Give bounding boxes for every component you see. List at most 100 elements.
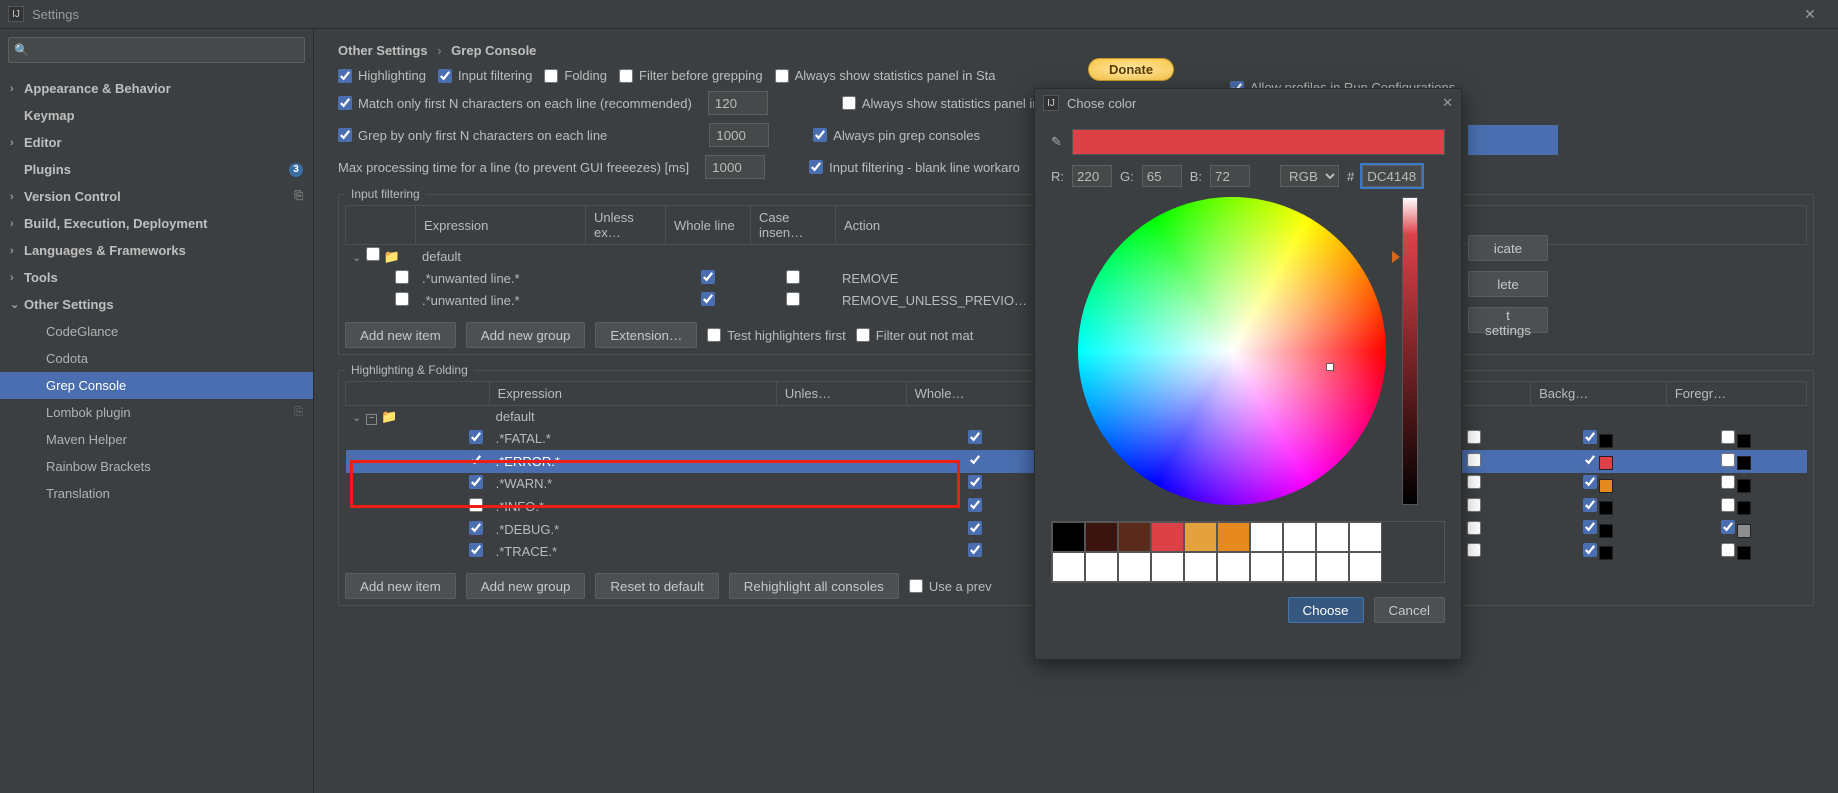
sidebar-item-label: Codota [46,351,88,366]
show-stats-panel-checkbox[interactable]: Always show statistics panel in Sta [775,68,996,83]
color-mode-select[interactable]: RGB [1280,165,1339,187]
wheel-arrow-icon [1392,251,1400,263]
test-highlighters-checkbox[interactable]: Test highlighters first [707,328,846,343]
sidebar-item-tools[interactable]: ›Tools [0,264,313,291]
hl-add-group-button[interactable]: Add new group [466,573,586,599]
hex-input[interactable] [1362,165,1422,187]
match-first-n-input[interactable] [708,91,768,115]
reset-settings-button[interactable]: t settings [1468,307,1548,333]
chevron-icon: › [10,245,24,257]
sidebar-item-editor[interactable]: ›Editor [0,129,313,156]
sidebar-item-codeglance[interactable]: CodeGlance [0,318,313,345]
swatch[interactable] [1250,522,1283,552]
blank-workaround-checkbox[interactable]: Input filtering - blank line workaro [809,160,1020,175]
hash-label: # [1347,169,1354,184]
sidebar-item-other-settings[interactable]: ⌄Other Settings [0,291,313,318]
sidebar-item-lombok-plugin[interactable]: Lombok plugin⎘ [0,399,313,426]
swatch[interactable] [1052,522,1085,552]
filter-out-checkbox[interactable]: Filter out not mat [856,328,974,343]
sidebar-item-label: Other Settings [24,297,114,312]
max-time-input[interactable] [705,155,765,179]
settings-search: 🔍 [8,37,305,63]
input-filtering-legend: Input filtering [345,187,426,201]
sidebar-item-codota[interactable]: Codota [0,345,313,372]
sidebar-item-label: Tools [24,270,58,285]
sidebar-item-grep-console[interactable]: Grep Console [0,372,313,399]
match-first-n-checkbox[interactable]: Match only first N characters on each li… [338,96,692,111]
hl-add-item-button[interactable]: Add new item [345,573,456,599]
swatch[interactable] [1316,552,1349,582]
value-slider[interactable] [1402,197,1418,505]
r-input[interactable] [1072,165,1112,187]
swatch[interactable] [1151,552,1184,582]
sidebar-item-appearance-behavior[interactable]: ›Appearance & Behavior [0,75,313,102]
breadcrumb-root[interactable]: Other Settings [338,43,428,58]
swatch[interactable] [1217,552,1250,582]
sidebar-item-languages-frameworks[interactable]: ›Languages & Frameworks [0,237,313,264]
rehighlight-button[interactable]: Rehighlight all consoles [729,573,899,599]
window-title: Settings [32,7,79,22]
cancel-button[interactable]: Cancel [1374,597,1446,623]
grep-first-n-input[interactable] [709,123,769,147]
always-pin-checkbox[interactable]: Always pin grep consoles [813,128,980,143]
sidebar-item-version-control[interactable]: ›Version Control⎘ [0,183,313,210]
selected-side-button[interactable] [1468,125,1558,155]
sidebar-item-rainbow-brackets[interactable]: Rainbow Brackets [0,453,313,480]
swatch[interactable] [1085,522,1118,552]
swatch[interactable] [1250,552,1283,582]
highlighting-legend: Highlighting & Folding [345,363,474,377]
swatch[interactable] [1184,522,1217,552]
sidebar-item-translation[interactable]: Translation [0,480,313,507]
b-label: B: [1190,169,1202,184]
sidebar-item-label: Maven Helper [46,432,127,447]
add-group-button[interactable]: Add new group [466,322,586,348]
g-label: G: [1120,169,1134,184]
grep-first-n-checkbox[interactable]: Grep by only first N characters on each … [338,128,607,143]
g-input[interactable] [1142,165,1182,187]
search-input[interactable] [8,37,305,63]
swatch[interactable] [1349,552,1382,582]
swatch[interactable] [1184,552,1217,582]
use-prev-checkbox[interactable]: Use a prev [909,579,992,594]
filter-before-grepping-checkbox[interactable]: Filter before grepping [619,68,763,83]
input-filtering-checkbox[interactable]: Input filtering [438,68,532,83]
reset-default-button[interactable]: Reset to default [595,573,718,599]
window-titlebar: IJ Settings ✕ [0,0,1838,28]
badge: 3 [289,163,303,177]
swatch[interactable] [1316,522,1349,552]
color-wheel[interactable] [1078,197,1386,505]
sidebar-item-label: Languages & Frameworks [24,243,186,258]
sidebar-item-label: Keymap [24,108,75,123]
close-icon[interactable]: ✕ [1790,6,1830,23]
scope-icon: ⎘ [294,190,303,203]
swatch[interactable] [1085,552,1118,582]
swatch[interactable] [1052,552,1085,582]
sidebar-item-build-execution-deployment[interactable]: ›Build, Execution, Deployment [0,210,313,237]
donate-button[interactable]: Donate [1088,58,1174,81]
swatch[interactable] [1151,522,1184,552]
sidebar-item-plugins[interactable]: Plugins3 [0,156,313,183]
swatch[interactable] [1118,522,1151,552]
extension-button[interactable]: Extension… [595,322,697,348]
folding-checkbox[interactable]: Folding [544,68,607,83]
wheel-cursor-icon [1326,363,1334,371]
swatch[interactable] [1283,552,1316,582]
choose-button[interactable]: Choose [1288,597,1364,623]
swatch[interactable] [1283,522,1316,552]
duplicate-button[interactable]: icate [1468,235,1548,261]
show-stats-co-checkbox[interactable]: Always show statistics panel in Co [842,96,1060,111]
swatch[interactable] [1118,552,1151,582]
settings-nav: ›Appearance & BehaviorKeymap›EditorPlugi… [0,71,313,793]
b-input[interactable] [1210,165,1250,187]
swatch[interactable] [1217,522,1250,552]
delete-button[interactable]: lete [1468,271,1548,297]
color-picker-dialog: IJ Chose color ✕ ✎ R: G: B: RGB # [1034,88,1462,660]
close-icon[interactable]: ✕ [1442,95,1453,111]
add-item-button[interactable]: Add new item [345,322,456,348]
eyedropper-icon[interactable]: ✎ [1051,134,1062,150]
sidebar-item-label: Appearance & Behavior [24,81,171,96]
swatch[interactable] [1349,522,1382,552]
highlighting-checkbox[interactable]: Highlighting [338,68,426,83]
sidebar-item-keymap[interactable]: Keymap [0,102,313,129]
sidebar-item-maven-helper[interactable]: Maven Helper [0,426,313,453]
